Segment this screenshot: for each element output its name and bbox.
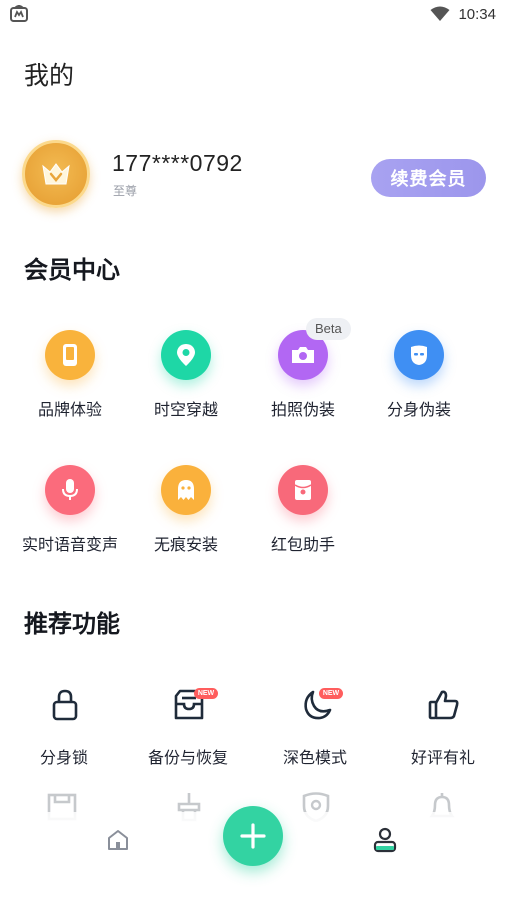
photo-disguise-label: 拍照伪装	[270, 400, 335, 419]
profile-icon[interactable]	[373, 827, 397, 853]
page-title: 我的	[24, 61, 75, 90]
avatar[interactable]	[22, 140, 90, 208]
voice-changer-label: 实时语音变声	[21, 535, 118, 554]
brand-experience-label: 品牌体验	[37, 400, 102, 419]
wifi-icon	[430, 6, 450, 21]
time-travel-label: 时空穿越	[153, 400, 218, 419]
new-badge: NEW	[319, 688, 343, 699]
crown-icon	[42, 163, 70, 185]
dark-mode-label: 深色模式	[282, 748, 347, 767]
brand-experience-item[interactable]: 品牌体验	[10, 330, 130, 430]
add-button[interactable]	[223, 806, 283, 866]
add-icon	[240, 823, 266, 849]
ghost-icon	[161, 465, 211, 515]
dark-mode-item[interactable]: NEW 深色模式	[255, 688, 375, 768]
user-phone: 177****0792	[112, 150, 243, 176]
red-envelope-helper-item[interactable]: 红包助手	[243, 465, 363, 565]
traceless-install-item[interactable]: 无痕安装	[126, 465, 246, 565]
backup-restore-label: 备份与恢复	[147, 748, 228, 767]
beta-badge: Beta	[306, 318, 351, 340]
renew-membership-button[interactable]: 续费会员	[371, 159, 486, 197]
app-lock-label: 分身锁	[39, 748, 88, 767]
new-badge: NEW	[194, 688, 218, 699]
location-pin-icon	[161, 330, 211, 380]
red-envelope-icon	[278, 465, 328, 515]
app-lock-item[interactable]: 分身锁	[4, 688, 124, 768]
membership-level: 至尊	[113, 184, 138, 198]
status-bar: 10:34	[0, 0, 506, 28]
thumbs-up-icon	[428, 690, 459, 720]
clone-disguise-label: 分身伪装	[386, 400, 451, 419]
backup-restore-item[interactable]: NEW 备份与恢复	[128, 688, 248, 768]
member-center-title: 会员中心	[24, 256, 120, 284]
home-icon[interactable]	[106, 828, 130, 852]
photo-disguise-item[interactable]: 拍照伪装	[243, 330, 363, 430]
voice-changer-item[interactable]: 实时语音变声	[10, 465, 130, 565]
traceless-install-label: 无痕安装	[153, 535, 218, 554]
microphone-icon	[45, 465, 95, 515]
review-reward-item[interactable]: 好评有礼	[383, 688, 503, 768]
lock-icon	[52, 689, 78, 721]
mask-icon	[394, 330, 444, 380]
red-envelope-helper-label: 红包助手	[270, 535, 335, 554]
phone-icon	[45, 330, 95, 380]
clone-disguise-item[interactable]: 分身伪装	[359, 330, 479, 430]
review-reward-label: 好评有礼	[410, 748, 475, 767]
status-time: 10:34	[458, 5, 496, 23]
time-travel-item[interactable]: 时空穿越	[126, 330, 246, 430]
recommended-title: 推荐功能	[24, 610, 120, 638]
app-notification-icon	[10, 5, 28, 22]
